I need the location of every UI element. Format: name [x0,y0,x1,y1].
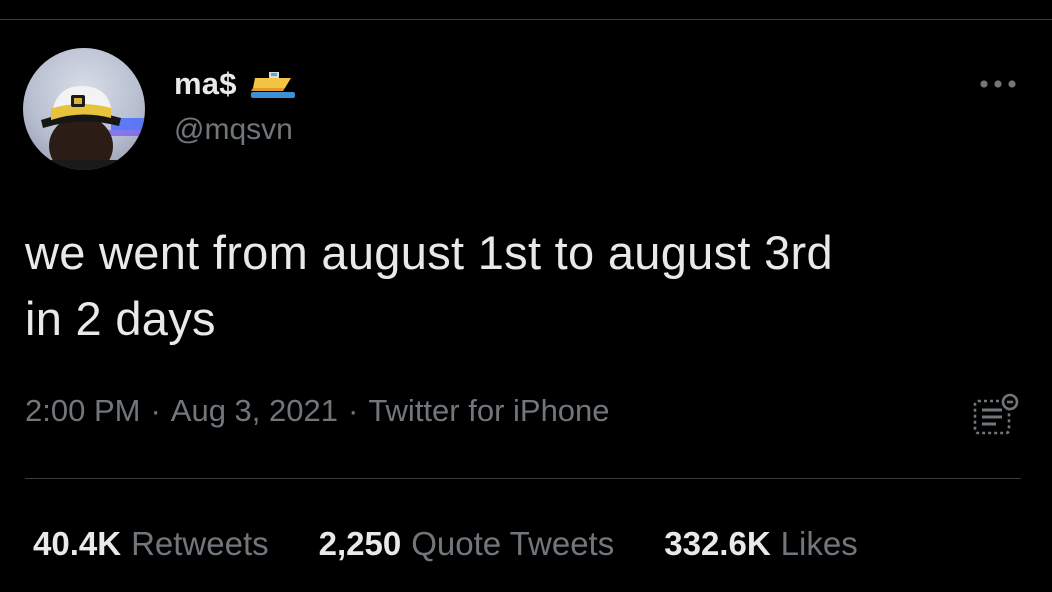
avatar-photo [41,86,145,170]
likes-label: Likes [780,525,858,562]
tweet-detail: ma$ @mqsvn we went from august 1st to au… [0,0,1052,592]
tweet-text-line: in 2 days [25,292,216,345]
tweet-text-line: we went from august 1st to august 3rd [25,226,833,279]
retweets-stat[interactable]: 40.4K Retweets [33,525,269,563]
tweet-date[interactable]: Aug 3, 2021 [171,393,338,429]
tweet-source[interactable]: Twitter for iPhone [368,393,609,429]
view-analytics-icon [973,393,1019,435]
quote-tweets-stat[interactable]: 2,250 Quote Tweets [319,525,615,563]
separator: · [150,393,161,428]
more-horizontal-icon [980,80,1016,88]
display-name[interactable]: ma$ [174,66,237,102]
engagement-stats: 40.4K Retweets 2,250 Quote Tweets 332.6K… [33,525,858,563]
tweet-time[interactable]: 2:00 PM [25,393,140,429]
avatar[interactable] [23,48,145,170]
more-options-button[interactable] [976,72,1020,96]
likes-count: 332.6K [664,525,771,562]
view-analytics-button[interactable] [972,393,1022,437]
author-handle[interactable]: @mqsvn [174,113,293,147]
stats-divider [25,478,1021,479]
likes-stat[interactable]: 332.6K Likes [664,525,857,563]
tweet-metadata: 2:00 PM · Aug 3, 2021 · Twitter for iPho… [25,393,610,429]
separator: · [347,393,359,428]
retweets-label: Retweets [131,525,269,562]
author-name-row[interactable]: ma$ [174,66,295,102]
tweet-text: we went from august 1st to august 3rd in… [25,220,1035,352]
speedboat-emoji-icon [250,68,295,100]
retweets-count: 40.4K [33,525,122,562]
quote-tweets-label: Quote Tweets [411,525,615,562]
quote-tweets-count: 2,250 [318,525,402,562]
